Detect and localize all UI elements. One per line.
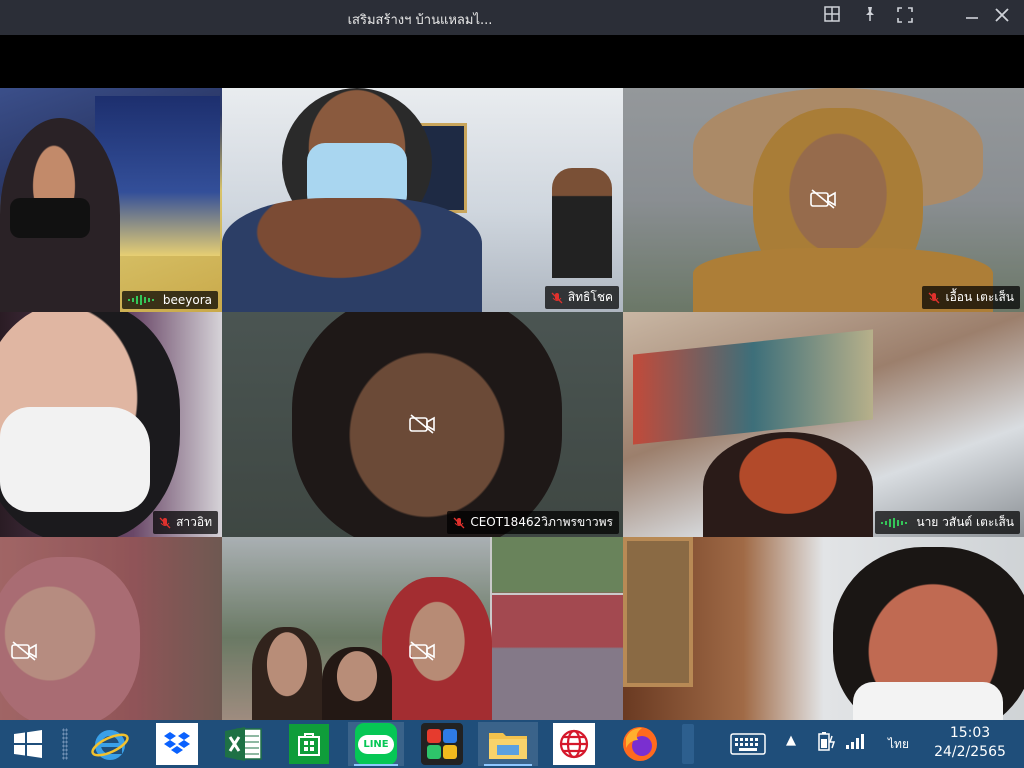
participant-name-tag: สิทธิโชค	[544, 286, 619, 309]
taskbar-grip[interactable]	[62, 728, 68, 760]
video-grid: beeyora สิทธิโชค เอื้อน เตะเส็น สาวอิท C…	[0, 88, 1024, 720]
clock-date: 24/2/2565	[934, 744, 1006, 760]
excel-icon[interactable]	[221, 722, 265, 766]
minimize-icon[interactable]	[960, 6, 984, 28]
participant-name: เอื้อน เตะเส็น	[945, 290, 1014, 304]
speaking-indicator-icon	[881, 517, 908, 528]
participant-tile[interactable]: เอื้อน เตะเส็น	[623, 88, 1024, 312]
participant-name: CEOT18462วิภาพรขาวพร	[470, 515, 613, 529]
participant-tile[interactable]	[0, 537, 222, 720]
participant-name-tag: สาวอิท	[153, 511, 218, 534]
participant-name-tag: CEOT18462วิภาพรขาวพร	[447, 511, 619, 534]
toolbar-area	[0, 35, 1024, 88]
dropbox-icon[interactable]	[155, 722, 199, 766]
participant-name-tag: นาย วสันต์ เตะเส็น	[875, 511, 1020, 534]
signal-icon[interactable]	[845, 732, 865, 754]
battery-icon[interactable]	[815, 730, 837, 756]
taskbar-overflow-handle[interactable]	[682, 724, 694, 764]
taskbar-clock[interactable]: 15:03 24/2/2565	[930, 724, 1010, 762]
line-icon: LINE	[355, 723, 397, 765]
participant-tile[interactable]	[623, 537, 1024, 720]
participant-name: beeyora	[162, 293, 212, 307]
touch-keyboard-icon[interactable]	[724, 722, 772, 766]
line-app-button[interactable]: LINE	[348, 722, 404, 766]
line-label: LINE	[358, 734, 394, 754]
pin-icon[interactable]	[858, 6, 882, 28]
participant-tile[interactable]: นาย วสันต์ เตะเส็น	[623, 312, 1024, 537]
mic-muted-icon	[929, 292, 940, 303]
camera-off-icon	[810, 189, 836, 209]
participant-tile[interactable]	[222, 537, 623, 720]
fullscreen-icon[interactable]	[893, 6, 917, 28]
participant-tile[interactable]: beeyora	[0, 88, 222, 312]
participant-name: สิทธิโชค	[567, 290, 613, 304]
participant-name: นาย วสันต์ เตะเส็น	[916, 515, 1014, 529]
puzzle-app-icon[interactable]	[420, 722, 464, 766]
internet-explorer-icon[interactable]	[88, 722, 132, 766]
mic-muted-icon	[551, 292, 563, 303]
speaking-indicator-icon	[127, 295, 154, 305]
participant-name: สาวอิท	[176, 515, 212, 529]
participant-name-tag: beeyora	[121, 291, 218, 309]
browser-globe-icon[interactable]	[552, 722, 596, 766]
participant-name-tag: เอื้อน เตะเส็น	[922, 286, 1020, 309]
participant-tile[interactable]: สิทธิโชค	[222, 88, 623, 312]
file-explorer-icon[interactable]	[478, 722, 538, 766]
window-title: เสริมสร้างฯ บ้านแหลมไ...	[347, 13, 493, 28]
participant-tile[interactable]: สาวอิท	[0, 312, 222, 537]
taskbar: LINE ▲ ไทย 15:03 24/2/2565	[0, 720, 1024, 768]
close-icon[interactable]	[990, 6, 1014, 28]
participant-tile[interactable]: CEOT18462วิภาพรขาวพร	[222, 312, 623, 537]
firefox-icon[interactable]	[618, 722, 662, 766]
store-icon[interactable]	[287, 722, 331, 766]
mic-muted-icon	[453, 517, 465, 528]
windows-start-icon[interactable]	[6, 722, 50, 766]
layout-icon[interactable]	[820, 6, 844, 28]
camera-off-icon	[409, 414, 435, 434]
camera-off-icon	[11, 641, 37, 661]
keyboard-language[interactable]: ไทย	[888, 735, 909, 754]
clock-time: 15:03	[949, 725, 991, 741]
mic-muted-icon	[159, 517, 171, 528]
window-titlebar: เสริมสร้างฯ บ้านแหลมไ...	[0, 0, 1024, 35]
camera-off-icon	[409, 641, 435, 661]
show-hidden-icons-icon[interactable]: ▲	[786, 733, 796, 748]
